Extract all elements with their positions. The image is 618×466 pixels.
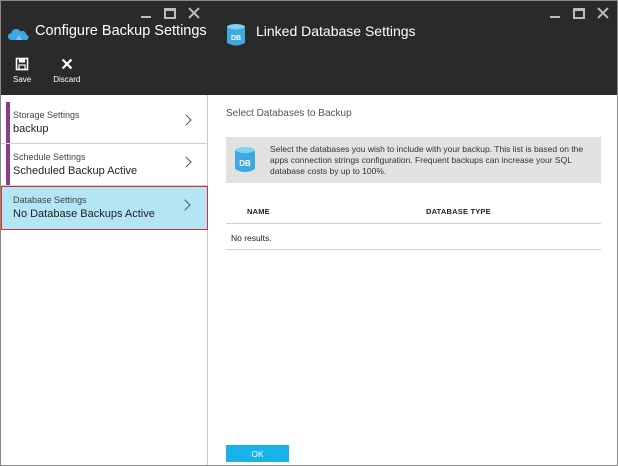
accent-bar: [6, 144, 10, 185]
info-text: Select the databases you wish to include…: [270, 144, 584, 176]
close-icon[interactable]: [188, 7, 200, 19]
setting-value: Scheduled Backup Active: [13, 165, 138, 177]
section-title: Select Databases to Backup: [226, 108, 352, 119]
maximize-icon[interactable]: [164, 7, 176, 19]
database-icon: DB: [235, 147, 255, 172]
setting-value: No Database Backups Active: [13, 208, 155, 220]
close-icon[interactable]: [597, 7, 609, 19]
minimize-icon[interactable]: [140, 7, 152, 19]
right-blade-header: DB Linked Database Settings: [208, 1, 617, 95]
settings-list: Storage Settings backup Schedule Setting…: [1, 102, 208, 230]
table-header: NAME DATABASE TYPE: [226, 202, 601, 224]
database-settings-item[interactable]: Database Settings No Database Backups Ac…: [1, 186, 208, 230]
ok-button[interactable]: OK: [226, 445, 289, 462]
chevron-right-icon: [179, 199, 191, 211]
left-window-controls: [140, 7, 200, 19]
databases-table: NAME DATABASE TYPE No results.: [226, 202, 601, 250]
save-icon: [15, 57, 29, 71]
setting-label: Storage Settings: [13, 110, 80, 120]
empty-results-text: No results.: [231, 233, 272, 243]
minimize-icon[interactable]: [549, 7, 561, 19]
setting-value: backup: [13, 123, 49, 135]
discard-label: Discard: [53, 75, 81, 84]
db-icon-text: DB: [231, 35, 241, 42]
blade-title: Configure Backup Settings: [35, 23, 207, 39]
discard-icon: [61, 58, 73, 70]
cloud-icon: [8, 29, 29, 40]
configure-backup-blade: Configure Backup Settings Save Discard S: [1, 1, 208, 465]
linked-database-blade: DB Linked Database Settings Select Datab…: [208, 1, 617, 465]
accent-bar: [6, 102, 10, 143]
chevron-right-icon: [180, 156, 192, 168]
setting-label: Database Settings: [13, 195, 87, 205]
schedule-settings-item[interactable]: Schedule Settings Scheduled Backup Activ…: [1, 144, 208, 186]
info-box: DB Select the databases you wish to incl…: [226, 137, 601, 183]
chevron-right-icon: [180, 114, 192, 126]
setting-label: Schedule Settings: [13, 152, 86, 162]
storage-settings-item[interactable]: Storage Settings backup: [1, 102, 208, 144]
column-header-name[interactable]: NAME: [247, 207, 270, 216]
database-icon: DB: [227, 24, 245, 46]
column-header-database-type[interactable]: DATABASE TYPE: [426, 207, 491, 216]
db-icon-text: DB: [239, 159, 251, 168]
save-label: Save: [13, 75, 32, 84]
blade-title: Linked Database Settings: [256, 23, 416, 39]
toolbar: Save Discard: [13, 57, 80, 84]
save-button[interactable]: Save: [13, 57, 31, 84]
table-row: No results.: [226, 224, 601, 250]
left-blade-header: Configure Backup Settings Save Discard: [1, 1, 208, 95]
right-window-controls: [549, 7, 609, 19]
maximize-icon[interactable]: [573, 7, 585, 19]
discard-button[interactable]: Discard: [53, 57, 80, 84]
